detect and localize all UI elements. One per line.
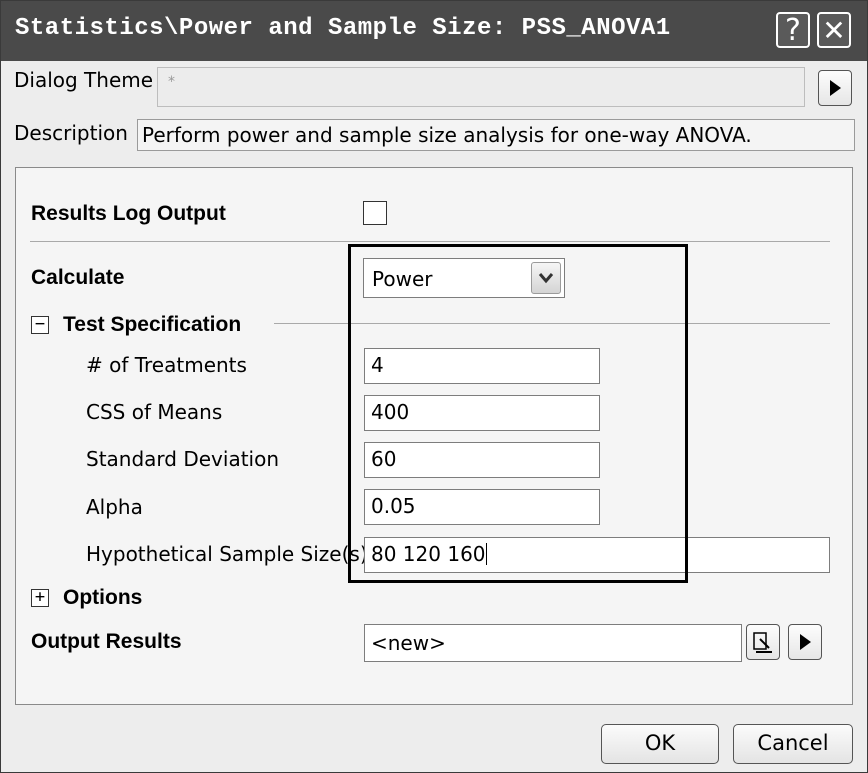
collapse-icon[interactable]: −: [31, 316, 49, 334]
highlight-box: [348, 244, 688, 583]
results-log-label: Results Log Output: [31, 202, 226, 225]
dialog-theme-menu-button[interactable]: [818, 70, 852, 106]
help-icon: ?: [785, 13, 801, 48]
alpha-label: Alpha: [86, 495, 143, 519]
css-of-means-label: CSS of Means: [86, 400, 223, 424]
options-label: Options: [63, 586, 143, 609]
cancel-button[interactable]: Cancel: [733, 724, 853, 764]
description-text: Perform power and sample size analysis f…: [142, 123, 752, 147]
window-title: Statistics\Power and Sample Size: PSS_AN…: [15, 15, 671, 42]
dialog-theme-value: *: [168, 74, 175, 90]
separator: [30, 241, 830, 242]
close-icon: ✕: [822, 14, 846, 47]
calculate-label: Calculate: [31, 266, 125, 289]
test-specification-label: Test Specification: [63, 313, 242, 336]
dialog-window: Statistics\Power and Sample Size: PSS_AN…: [0, 0, 868, 773]
dialog-theme-field[interactable]: *: [157, 67, 805, 107]
results-log-checkbox[interactable]: [363, 201, 387, 225]
close-button[interactable]: ✕: [817, 12, 851, 48]
standard-deviation-label: Standard Deviation: [86, 447, 280, 471]
treatments-label: # of Treatments: [86, 353, 247, 377]
output-results-label: Output Results: [31, 630, 182, 653]
output-results-input[interactable]: <new>: [364, 624, 742, 662]
description-box: Perform power and sample size analysis f…: [137, 119, 855, 151]
browse-button[interactable]: [746, 624, 780, 660]
description-label: Description: [14, 121, 128, 145]
help-button[interactable]: ?: [776, 12, 810, 48]
ok-button[interactable]: OK: [601, 724, 719, 764]
dialog-theme-label: Dialog Theme: [14, 68, 154, 92]
output-menu-button[interactable]: [788, 624, 822, 660]
arrow-right-icon: [830, 80, 841, 96]
expand-icon[interactable]: +: [31, 589, 49, 607]
title-bar[interactable]: Statistics\Power and Sample Size: PSS_AN…: [1, 1, 867, 61]
arrow-right-icon: [800, 634, 811, 650]
sample-size-label: Hypothetical Sample Size(s): [86, 542, 368, 566]
browse-icon: [753, 632, 772, 653]
